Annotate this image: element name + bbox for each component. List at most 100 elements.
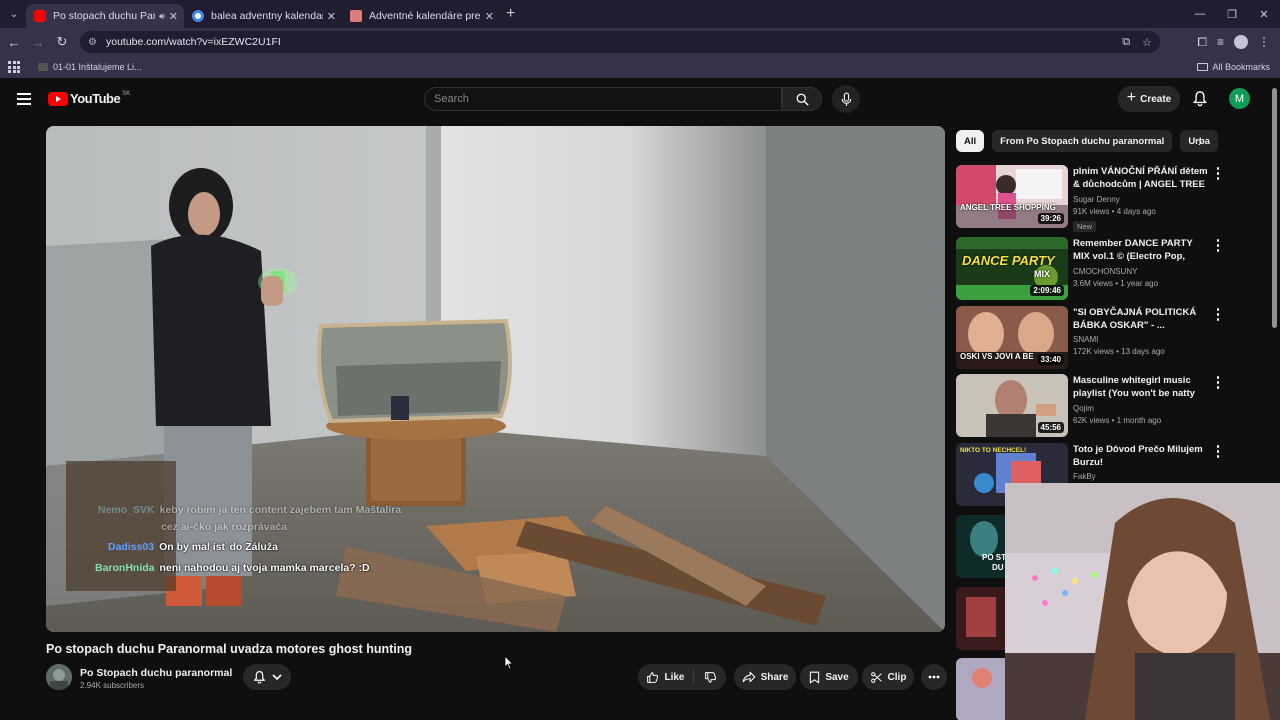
chat-text: keby robim ja ten content zajebem tam Ma…: [159, 504, 402, 516]
more-vertical-icon[interactable]: [1214, 445, 1222, 460]
back-icon[interactable]: ←: [2, 35, 26, 50]
share-button[interactable]: Share: [734, 664, 796, 690]
search-input[interactable]: [425, 88, 781, 110]
all-bookmarks-button[interactable]: All Bookmarks: [1197, 62, 1270, 72]
search-box: [424, 87, 782, 111]
dislike-button[interactable]: [694, 671, 726, 684]
duration-badge: 33:40: [1037, 354, 1064, 365]
recommendation-item[interactable]: ANGEL TREE SHOPPING 39:26 plnim VÁNOČNÍ …: [956, 165, 1226, 232]
chat-text: On by mal ísť do Záluža: [159, 541, 278, 553]
browser-tab-1[interactable]: balea adventny kalendar 2025 ✕: [184, 4, 342, 28]
cast-icon[interactable]: ⧉: [1122, 36, 1130, 49]
close-window-icon[interactable]: ✕: [1248, 8, 1280, 21]
thumbs-down-icon: [704, 671, 716, 683]
recommendation-title[interactable]: Masculine whitegirl music playlist (You …: [1073, 374, 1209, 401]
more-vertical-icon[interactable]: [1214, 308, 1222, 323]
recommendation-channel[interactable]: Qojim: [1073, 404, 1209, 413]
chip-all[interactable]: All: [956, 130, 985, 152]
chat-overlay: Nemo_SVK keby robim ja ten content zajeb…: [46, 126, 945, 632]
more-vertical-icon[interactable]: [1214, 376, 1222, 391]
video-player[interactable]: Nemo_SVK keby robim ja ten content zajeb…: [46, 126, 945, 632]
video-thumbnail[interactable]: DANCE PARTY MIX 2:09:46: [956, 237, 1068, 300]
subscription-bell-button[interactable]: [243, 664, 291, 690]
recommendation-meta: Remember DANCE PARTY MIX vol.1 © (Electr…: [1073, 237, 1209, 288]
create-button[interactable]: + Create: [1118, 86, 1180, 112]
channel-avatar[interactable]: [46, 664, 72, 690]
browser-tab-0[interactable]: Po stopach duchu Paranormal 🔊︎ ✕: [26, 4, 184, 28]
recommendation-meta: plnim VÁNOČNÍ PŘÁNÍ dětem & důchodcům | …: [1073, 165, 1209, 234]
recommendation-title[interactable]: "SI OBYČAJNÁ POLITICKÁ BÁBKA OSKAR" - ..…: [1073, 306, 1209, 332]
recommendation-title[interactable]: Remember DANCE PARTY MIX vol.1 © (Electr…: [1073, 237, 1209, 264]
media-controls-icon[interactable]: ≡: [1217, 35, 1224, 49]
all-bookmarks-label: All Bookmarks: [1212, 62, 1270, 72]
duration-badge: 2:09:46: [1030, 285, 1064, 296]
bookmark-star-icon[interactable]: ☆: [1142, 36, 1152, 49]
recommendation-meta: Masculine whitegirl music playlist (You …: [1073, 374, 1209, 425]
account-avatar[interactable]: M: [1229, 88, 1250, 109]
site-info-icon[interactable]: ⚙︎: [88, 37, 100, 48]
bookmarks-bar: 01-01 Inštalujeme Li... All Bookmarks: [0, 56, 1280, 78]
bookmark-favicon-icon: [38, 63, 48, 71]
save-button[interactable]: Save: [800, 664, 858, 690]
recommendation-item[interactable]: 45:56 Masculine whitegirl music playlist…: [956, 374, 1226, 438]
chat-message: BaronHnida neni nahodou aj tvoja mamka m…: [95, 562, 370, 574]
video-thumbnail[interactable]: ANGEL TREE SHOPPING 39:26: [956, 165, 1068, 228]
recommendation-channel[interactable]: SNAMI: [1073, 335, 1209, 344]
apps-grid-icon[interactable]: [8, 61, 20, 73]
channel-name[interactable]: Po Stopach duchu paranormal: [80, 667, 232, 679]
like-label: Like: [664, 671, 685, 683]
restore-icon[interactable]: ❐: [1216, 8, 1248, 21]
more-actions-button[interactable]: [921, 664, 947, 690]
recommendation-stats: 3.6M views • 1 year ago: [1073, 279, 1159, 288]
close-tab-icon[interactable]: ✕: [327, 10, 336, 23]
recommendation-item[interactable]: DANCE PARTY MIX 2:09:46 Remember DANCE P…: [956, 237, 1226, 301]
video-thumbnail[interactable]: 45:56: [956, 374, 1068, 437]
create-label: Create: [1140, 93, 1172, 105]
recommendation-channel[interactable]: CMOCHONSUNY: [1073, 267, 1209, 276]
video-thumbnail[interactable]: OSKI VS JOVI A BE 33:40: [956, 306, 1068, 369]
youtube-play-icon: [48, 91, 68, 106]
profile-avatar-icon[interactable]: [1234, 35, 1248, 49]
browser-tab-2[interactable]: Adventné kalendáre pre celú ro ✕: [342, 4, 500, 28]
recommendation-channel[interactable]: Sugar Denny: [1073, 195, 1209, 204]
recommendation-item[interactable]: OSKI VS JOVI A BE 33:40 "SI OBYČAJNÁ POL…: [956, 306, 1226, 370]
minimize-icon[interactable]: —: [1184, 8, 1216, 20]
address-bar[interactable]: ⚙︎ youtube.com/watch?v=ixEZWC2U1FI ⧉ ☆: [80, 31, 1160, 53]
tab-title: balea adventny kalendar 2025: [211, 10, 323, 22]
tab-search-button[interactable]: ⌄: [2, 3, 26, 25]
voice-search-button[interactable]: [832, 85, 860, 113]
more-vertical-icon[interactable]: [1214, 167, 1222, 182]
webcam-feed: [1005, 483, 1280, 720]
like-button[interactable]: Like: [638, 669, 694, 685]
more-vertical-icon[interactable]: [1214, 239, 1222, 254]
bookmark-item[interactable]: 01-01 Inštalujeme Li...: [38, 62, 142, 72]
save-label: Save: [825, 671, 849, 683]
close-tab-icon[interactable]: ✕: [485, 10, 494, 23]
notifications-button[interactable]: [1192, 90, 1208, 107]
window-controls: — ❐ ✕: [1184, 0, 1280, 28]
chip-from-channel[interactable]: From Po Stopach duchu paranormal: [992, 130, 1173, 152]
close-tab-icon[interactable]: ✕: [169, 10, 178, 23]
reload-icon[interactable]: ↻: [50, 34, 74, 50]
extensions-icon[interactable]: ⧠: [1197, 35, 1207, 50]
forward-icon[interactable]: →: [26, 35, 50, 50]
filter-chips: All From Po Stopach duchu paranormal Urb…: [956, 130, 1219, 152]
logo-text: YouTube: [70, 91, 121, 106]
youtube-logo[interactable]: YouTube SK: [48, 91, 130, 106]
like-dislike-group: Like: [638, 664, 726, 690]
new-tab-icon[interactable]: +: [506, 5, 515, 23]
menu-icon[interactable]: [17, 93, 31, 108]
recommendation-title[interactable]: plnim VÁNOČNÍ PŘÁNÍ dětem & důchodcům | …: [1073, 165, 1209, 192]
search-button[interactable]: [782, 87, 822, 111]
webcam-overlay: [1005, 483, 1280, 720]
browser-menu-icon[interactable]: ⋮: [1258, 35, 1270, 49]
recommendation-title[interactable]: Toto je Dôvod Prečo Milujem Burzu!: [1073, 443, 1209, 469]
recommendation-stats: 62K views • 1 month ago: [1073, 416, 1162, 425]
audio-playing-icon[interactable]: 🔊︎: [159, 11, 165, 22]
thumbnail-text: DU: [992, 563, 1004, 572]
clip-button[interactable]: Clip: [862, 664, 914, 690]
page-scrollbar[interactable]: [1272, 88, 1277, 328]
tab-title: Po stopach duchu Paranormal: [53, 10, 156, 22]
recommendation-channel[interactable]: FakBy: [1073, 472, 1209, 481]
chevron-right-icon[interactable]: ›: [1198, 134, 1202, 149]
